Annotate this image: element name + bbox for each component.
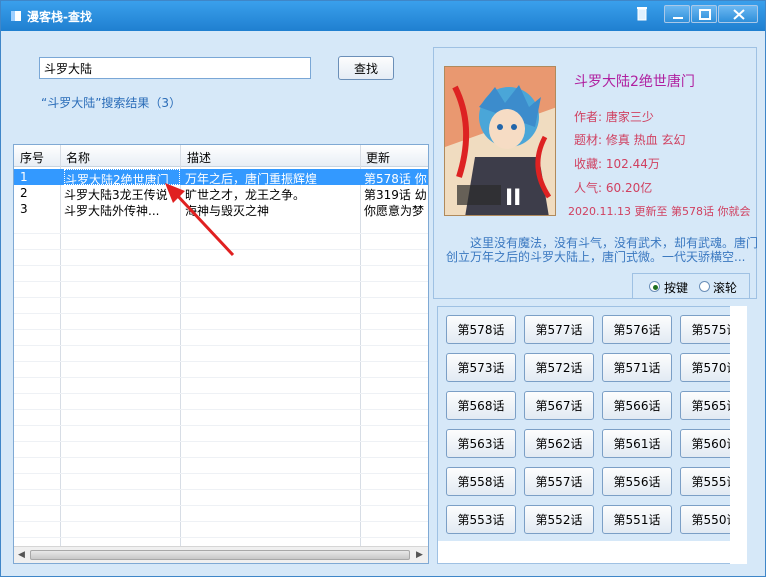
comic-update-info: 2020.11.13 更新至 第578话 你就会 (568, 205, 751, 218)
grid-line (14, 377, 428, 378)
chapter-button[interactable]: 第561话 (602, 429, 672, 458)
row-no: 3 (20, 202, 28, 216)
chapter-button[interactable]: 第573话 (446, 353, 516, 382)
chapter-button[interactable]: 第563话 (446, 429, 516, 458)
grid-line (14, 265, 428, 266)
comic-cover-image: II (444, 66, 556, 216)
chapter-button[interactable]: 第556话 (602, 467, 672, 496)
search-input[interactable] (39, 57, 311, 79)
chapter-list-footer (438, 541, 730, 563)
grid-line (14, 425, 428, 426)
radio-button-wheel[interactable] (699, 281, 710, 292)
svg-text:II: II (505, 186, 521, 211)
window-title: 漫客栈-查找 (27, 10, 92, 24)
grid-line (14, 313, 428, 314)
description-line: 创立万年之后的斗罗大陆上，唐门式微。一代天骄横空... (446, 250, 746, 264)
red-arrow-icon (165, 183, 235, 257)
grid-line (14, 505, 428, 506)
app-window: 漫客栈-查找 查找 “斗罗大陆”搜索结果（3） 序号 名称 描述 更新 (0, 0, 766, 577)
grid-line (14, 521, 428, 522)
scroll-thumb[interactable] (30, 550, 410, 560)
row-update: 你愿意为梦 (364, 204, 425, 218)
chapter-button[interactable]: 第572话 (524, 353, 594, 382)
chapter-list[interactable]: 第578话 第577话 第576话 第575话 第573话 第572话 第571… (437, 306, 747, 564)
close-button[interactable] (718, 5, 758, 23)
chapter-button[interactable]: 第568话 (446, 391, 516, 420)
column-header-update[interactable]: 更新 (366, 149, 390, 166)
chapter-button[interactable]: 第558话 (446, 467, 516, 496)
minimize-button[interactable] (664, 5, 690, 23)
chapter-button[interactable]: 第576话 (602, 315, 672, 344)
chapter-button[interactable]: 第566话 (602, 391, 672, 420)
grid-line (14, 345, 428, 346)
grid-line (14, 361, 428, 362)
grid-line (14, 489, 428, 490)
grid-line (14, 329, 428, 330)
grid-line (14, 441, 428, 442)
column-header-name[interactable]: 名称 (66, 149, 90, 166)
maximize-button[interactable] (691, 5, 717, 23)
scroll-left-icon[interactable]: ◀ (18, 550, 25, 560)
grid-line (14, 281, 428, 282)
chapter-vertical-scrollbar[interactable] (730, 306, 747, 564)
chapter-button[interactable]: 第578话 (446, 315, 516, 344)
comic-genre: 题材: 修真 热血 玄幻 (574, 133, 686, 147)
grid-line (14, 393, 428, 394)
chapter-button[interactable]: 第557话 (524, 467, 594, 496)
grid-line (14, 297, 428, 298)
chapter-button[interactable]: 第562话 (524, 429, 594, 458)
grid-line (14, 457, 428, 458)
grid-line (14, 473, 428, 474)
scroll-right-icon[interactable]: ▶ (416, 550, 423, 560)
radio-label-wheel[interactable]: 滚轮 (713, 279, 737, 296)
row-no: 1 (20, 170, 28, 184)
grid-line (14, 537, 428, 538)
chapter-button[interactable]: 第571话 (602, 353, 672, 382)
comic-info-panel: II 斗罗大陆2绝世唐门 作者: 唐家三少 题材: 修真 热血 玄幻 收藏: 1… (433, 47, 758, 299)
description-line: 这里没有魔法，没有斗气，没有武术，却有武魂。唐门 (470, 236, 758, 250)
title-bar[interactable]: 漫客栈-查找 (1, 1, 765, 31)
chapter-button[interactable]: 第577话 (524, 315, 594, 344)
search-button[interactable]: 查找 (338, 56, 394, 80)
grid-line (14, 409, 428, 410)
radio-label-keys[interactable]: 按键 (664, 279, 688, 296)
chapter-button[interactable]: 第567话 (524, 391, 594, 420)
scroll-mode-group: 按键 滚轮 (632, 273, 750, 299)
chapter-button[interactable]: 第552话 (524, 505, 594, 534)
chapter-button[interactable]: 第553话 (446, 505, 516, 534)
trash-icon[interactable] (629, 5, 655, 23)
horizontal-scrollbar[interactable]: ◀ ▶ (14, 546, 428, 563)
app-icon (11, 11, 21, 21)
comic-collect: 收藏: 102.44万 (574, 157, 660, 171)
search-result-count: “斗罗大陆”搜索结果（3） (41, 96, 182, 110)
comic-description: 这里没有魔法，没有斗气，没有武术，却有武魂。唐门 创立万年之后的斗罗大陆上，唐门… (446, 236, 758, 264)
row-no: 2 (20, 186, 28, 200)
chapter-button[interactable]: 第551话 (602, 505, 672, 534)
column-header-no[interactable]: 序号 (20, 149, 44, 166)
radio-button-keys[interactable] (649, 281, 660, 292)
comic-author: 作者: 唐家三少 (574, 110, 654, 124)
comic-popularity: 人气: 60.20亿 (574, 181, 653, 195)
comic-title: 斗罗大陆2绝世唐门 (574, 74, 695, 90)
